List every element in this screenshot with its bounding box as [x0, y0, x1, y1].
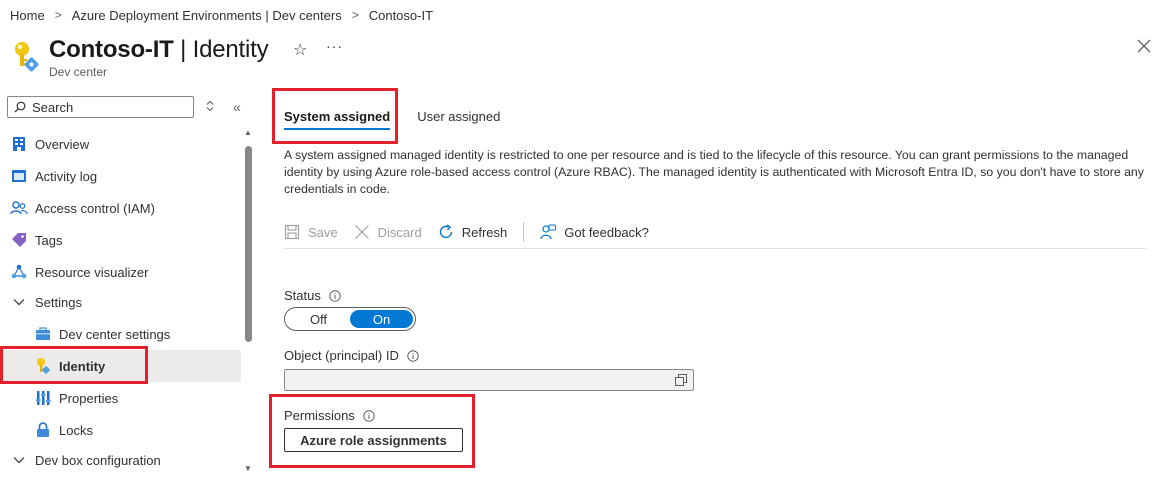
page-subtitle: Dev center: [49, 65, 108, 79]
object-id-label-row: Object (principal) ID: [284, 348, 419, 363]
title-resource: Contoso-IT: [49, 36, 174, 63]
permissions-highlight-box: [269, 394, 475, 468]
visualizer-icon: [10, 263, 28, 281]
status-off-option[interactable]: Off: [287, 310, 350, 328]
toolbar-divider: [523, 222, 525, 242]
copy-icon[interactable]: [675, 374, 687, 386]
activity-log-icon: [10, 167, 28, 185]
title-page: Identity: [192, 36, 269, 63]
sidebar-item-label: Locks: [59, 422, 93, 438]
scroll-down-arrow-icon[interactable]: ▼: [244, 464, 252, 473]
info-icon[interactable]: [329, 289, 341, 302]
identity-description: A system assigned managed identity is re…: [284, 148, 1144, 196]
chevron-down-icon: [10, 456, 28, 464]
save-button[interactable]: Save: [284, 218, 338, 246]
tab-label: User assigned: [417, 108, 501, 124]
sidebar-item-label: Activity log: [35, 168, 98, 184]
tab-user-assigned[interactable]: User assigned: [405, 98, 512, 134]
identity-highlight-box: [0, 346, 148, 384]
object-id-label: Object (principal) ID: [284, 348, 399, 363]
people-icon: [10, 199, 28, 217]
sidebar-item-label: Dev box configuration: [35, 452, 161, 468]
tag-icon: [10, 231, 28, 249]
expand-collapse-all-icon[interactable]: [204, 100, 216, 112]
info-icon[interactable]: [407, 349, 419, 362]
status-label-row: Status: [284, 288, 341, 303]
briefcase-icon: [34, 325, 52, 343]
properties-icon: [34, 389, 52, 407]
key-identity-icon: [15, 42, 39, 72]
command-bar: Save Discard Refresh Got feedback?: [284, 216, 1146, 249]
sidebar-item-label: Dev center settings: [59, 326, 171, 342]
object-id-field[interactable]: [284, 369, 694, 391]
sidebar-item-label: Tags: [35, 232, 63, 248]
sidebar-item-overview[interactable]: Overview: [0, 128, 241, 160]
refresh-label: Refresh: [461, 224, 508, 240]
breadcrumb-separator: >: [54, 8, 62, 22]
sidebar-item-label: Settings: [35, 294, 82, 310]
discard-label: Discard: [377, 224, 422, 240]
main-content: System assigned User assigned A system a…: [269, 88, 1156, 481]
sidebar-item-label: Overview: [35, 136, 90, 152]
sidebar-group-settings[interactable]: Settings: [0, 288, 241, 316]
breadcrumb: Home > Azure Deployment Environments | D…: [10, 6, 433, 24]
system-assigned-highlight-box: [272, 88, 398, 144]
sidebar-item-label: Resource visualizer: [35, 264, 149, 280]
lock-icon: [34, 421, 52, 439]
refresh-button[interactable]: Refresh: [438, 218, 508, 246]
save-label: Save: [308, 224, 338, 240]
close-icon[interactable]: [1136, 38, 1152, 54]
discard-icon: [354, 225, 369, 239]
breadcrumb-home[interactable]: Home: [10, 8, 45, 23]
sidebar-item-activity-log[interactable]: Activity log: [0, 160, 241, 192]
sidebar-item-label: Properties: [59, 390, 119, 406]
scroll-thumb[interactable]: [245, 146, 252, 342]
title-separator: |: [173, 36, 193, 63]
sidebar: « Overview Activity log Access control (…: [0, 92, 256, 481]
breadcrumb-dev-centers[interactable]: Azure Deployment Environments | Dev cent…: [72, 8, 342, 23]
scroll-up-arrow-icon[interactable]: ▲: [244, 128, 252, 137]
feedback-label: Got feedback?: [564, 224, 649, 240]
sidebar-item-resource-visualizer[interactable]: Resource visualizer: [0, 256, 241, 288]
feedback-icon: [540, 224, 557, 240]
status-on-option[interactable]: On: [350, 310, 413, 328]
page-title: Contoso-IT | Identity: [49, 36, 269, 64]
sidebar-item-locks[interactable]: Locks: [0, 414, 241, 446]
sidebar-item-label: Access control (IAM): [35, 200, 155, 216]
sidebar-item-properties[interactable]: Properties: [0, 382, 241, 414]
sidebar-group-dev-box-configuration[interactable]: Dev box configuration: [0, 446, 241, 474]
more-options-icon[interactable]: ···: [326, 38, 343, 54]
chevron-down-icon: [10, 298, 28, 306]
breadcrumb-separator: >: [351, 8, 359, 22]
collapse-sidebar-icon[interactable]: «: [233, 99, 241, 115]
page-header: Contoso-IT | Identity Dev center ☆ ···: [10, 34, 1156, 82]
search-icon: [14, 101, 26, 113]
refresh-icon: [439, 224, 452, 239]
sidebar-nav: Overview Activity log Access control (IA…: [0, 128, 241, 474]
sidebar-item-access-control[interactable]: Access control (IAM): [0, 192, 241, 224]
save-icon: [284, 224, 300, 240]
sidebar-item-tags[interactable]: Tags: [0, 224, 241, 256]
breadcrumb-contoso-it[interactable]: Contoso-IT: [369, 8, 433, 23]
overview-icon: [10, 135, 28, 153]
status-label: Status: [284, 288, 321, 303]
favorite-star-icon[interactable]: ☆: [293, 40, 307, 60]
feedback-button[interactable]: Got feedback?: [540, 218, 649, 246]
status-toggle[interactable]: Off On: [284, 307, 416, 331]
discard-button[interactable]: Discard: [354, 218, 422, 246]
search-input[interactable]: [32, 99, 182, 115]
sidebar-search[interactable]: [7, 96, 194, 118]
sidebar-scrollbar[interactable]: ▲ ▼: [243, 128, 253, 476]
